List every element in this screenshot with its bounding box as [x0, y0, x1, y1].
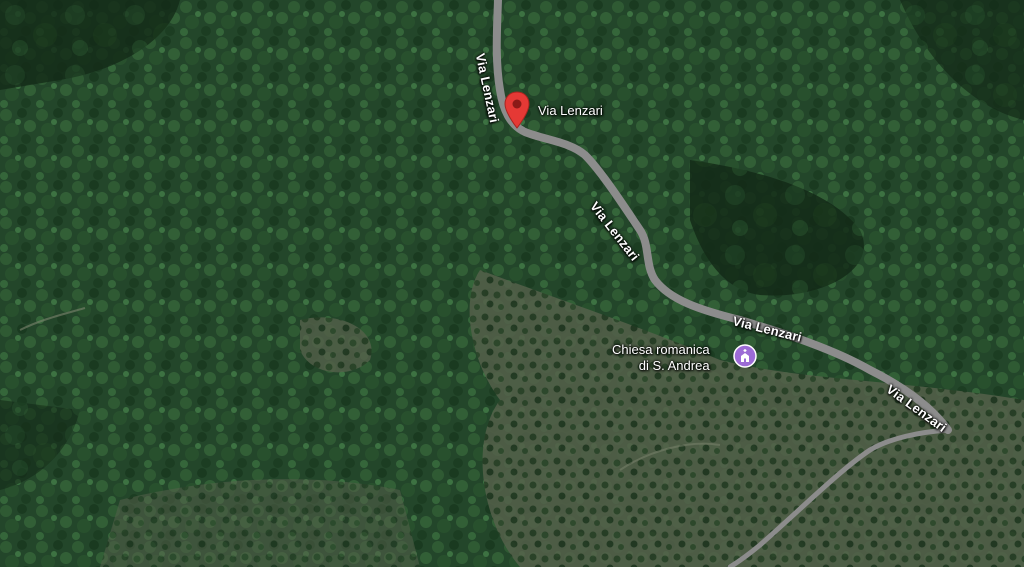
church-icon[interactable]: [733, 344, 757, 368]
poi-label-line2: di S. Andrea: [638, 358, 710, 373]
satellite-imagery: [0, 0, 1024, 567]
satellite-map[interactable]: Via Lenzari Via Lenzari Via Lenzari Via …: [0, 0, 1024, 567]
pin-label[interactable]: Via Lenzari: [538, 103, 603, 118]
poi-label-church[interactable]: Chiesa romanica di S. Andrea: [612, 342, 710, 374]
poi-label-line1: Chiesa romanica: [612, 342, 710, 357]
red-location-pin-icon[interactable]: [504, 91, 530, 129]
